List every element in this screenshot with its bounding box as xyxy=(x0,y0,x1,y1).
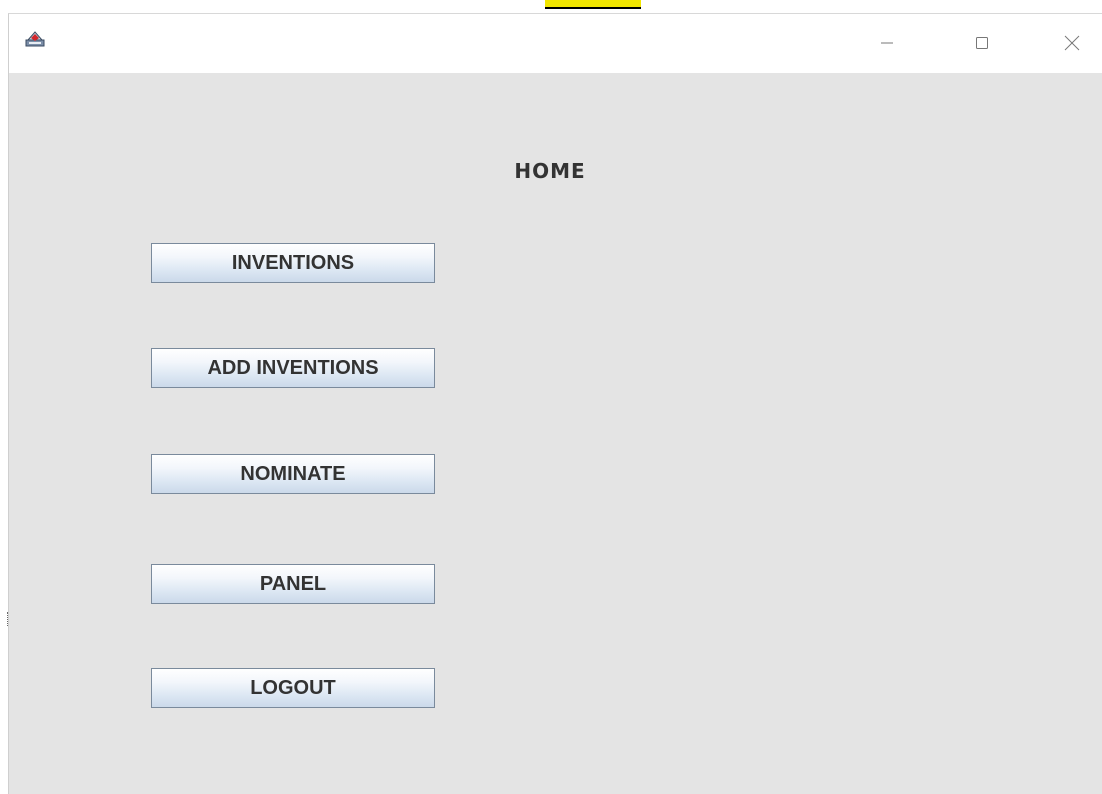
resize-grip[interactable] xyxy=(7,612,10,626)
minimize-icon xyxy=(881,42,893,44)
title-bar[interactable] xyxy=(9,14,1102,73)
maximize-icon xyxy=(976,37,988,49)
add-inventions-button[interactable]: ADD INVENTIONS xyxy=(151,348,435,388)
maximize-button[interactable] xyxy=(959,24,1005,62)
inventions-button[interactable]: INVENTIONS xyxy=(151,243,435,283)
panel-button[interactable]: PANEL xyxy=(151,564,435,604)
page-title: HOME xyxy=(9,159,1102,183)
nominate-button[interactable]: NOMINATE xyxy=(151,454,435,494)
screen: HOME INVENTIONS ADD INVENTIONS NOMINATE … xyxy=(0,0,1102,794)
close-button[interactable] xyxy=(1049,24,1095,62)
highlight-marker xyxy=(545,0,641,9)
page-title-text: HOME xyxy=(514,159,586,183)
minimize-button[interactable] xyxy=(864,24,910,62)
app-window: HOME INVENTIONS ADD INVENTIONS NOMINATE … xyxy=(8,13,1102,794)
close-icon xyxy=(1064,35,1080,51)
home-panel: HOME INVENTIONS ADD INVENTIONS NOMINATE … xyxy=(9,73,1102,794)
java-app-icon xyxy=(25,28,45,48)
logout-button[interactable]: LOGOUT xyxy=(151,668,435,708)
